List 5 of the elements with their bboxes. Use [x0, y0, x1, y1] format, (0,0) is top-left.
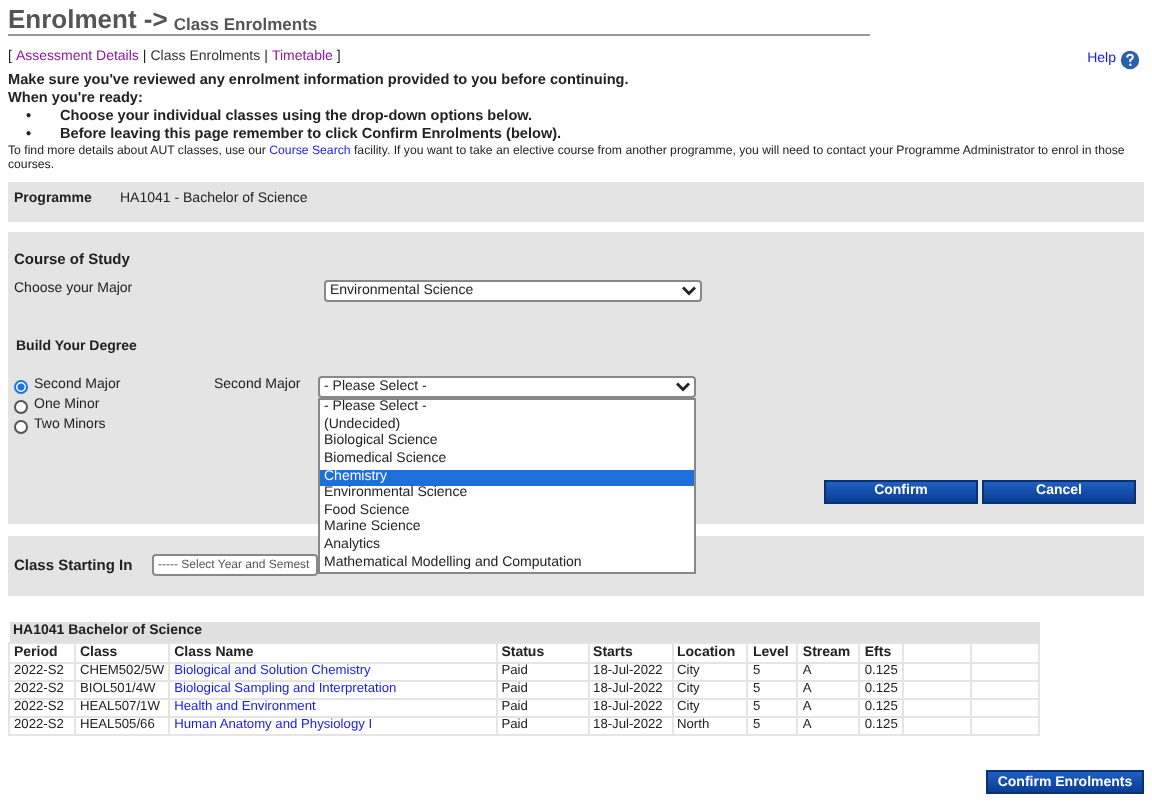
chevron-down-icon — [682, 285, 696, 296]
chevron-down-icon — [676, 381, 690, 392]
page-title: Enrolment -> — [8, 6, 168, 32]
page-subtitle: Class Enrolments — [173, 15, 318, 32]
help-icon[interactable] — [1120, 50, 1140, 71]
